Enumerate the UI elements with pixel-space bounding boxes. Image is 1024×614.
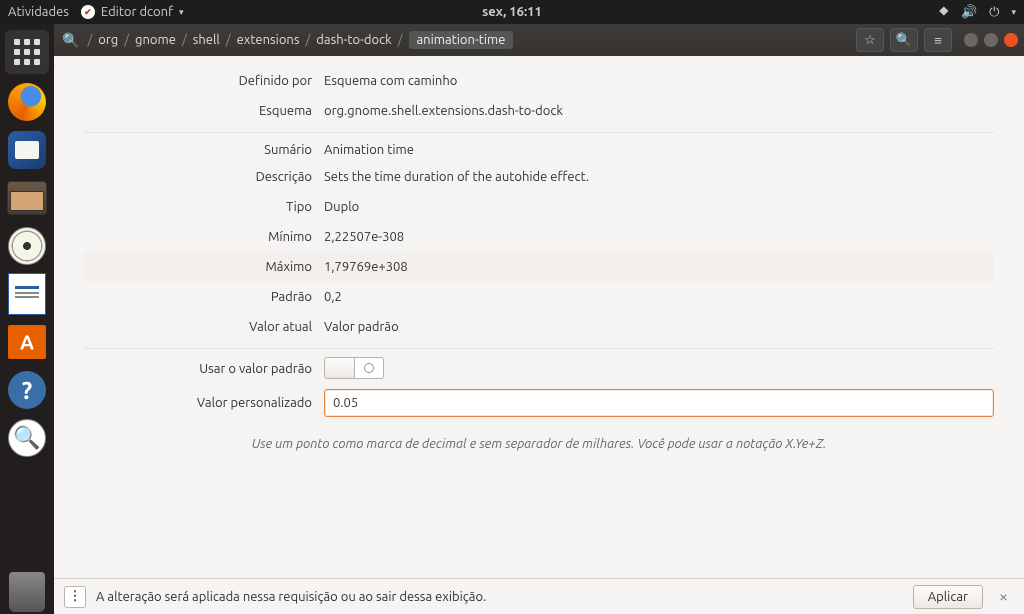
window-maximize[interactable] [984, 33, 998, 47]
float-hint: Use um ponto como marca de decimal e sem… [84, 437, 994, 451]
writer-icon [8, 273, 46, 315]
thunderbird-launcher[interactable] [5, 128, 49, 172]
content-area: Definido porEsquema com caminho Esquemao… [54, 56, 1024, 578]
dconf-window: 🔍 / org / gnome / shell / extensions / d… [54, 24, 1024, 614]
activities-button[interactable]: Atividades [8, 5, 69, 19]
thunderbird-icon [8, 131, 46, 169]
toggle-off-indicator [364, 363, 374, 373]
label-sumario: Sumário [84, 143, 324, 157]
window-close[interactable] [1004, 33, 1018, 47]
value-sumario: Animation time [324, 143, 994, 157]
dismiss-button[interactable]: × [993, 588, 1014, 606]
titlebar: 🔍 / org / gnome / shell / extensions / d… [54, 24, 1024, 56]
software-launcher[interactable] [5, 320, 49, 364]
use-default-toggle[interactable] [324, 357, 384, 379]
files-launcher[interactable] [5, 176, 49, 220]
trash-launcher[interactable] [5, 570, 49, 614]
search-button[interactable]: 🔍 [890, 28, 918, 52]
store-icon [8, 325, 46, 359]
app-menu[interactable]: ✔ Editor dconf ▾ [81, 5, 184, 19]
show-applications-button[interactable] [5, 30, 49, 74]
hamburger-icon: ≡ [934, 33, 942, 48]
label-usar-padrao: Usar o valor padrão [84, 362, 324, 376]
bookmark-button[interactable]: ☆ [856, 28, 884, 52]
statusbar: ⋮ A alteração será aplicada nessa requis… [54, 578, 1024, 614]
power-icon[interactable]: ⏻ [989, 5, 999, 20]
dock: ? 🔍 [0, 24, 54, 614]
breadcrumb[interactable]: 🔍 / org / gnome / shell / extensions / d… [60, 31, 850, 49]
crumb-org[interactable]: org [98, 33, 118, 47]
chevron-down-icon: ▾ [179, 7, 184, 18]
label-minimo: Mínimo [84, 230, 324, 244]
label-descricao: Descrição [84, 170, 324, 184]
value-tipo: Duplo [324, 200, 994, 214]
dconf-launcher[interactable]: 🔍 [5, 416, 49, 460]
info-icon: ⋮ [69, 589, 82, 604]
crumb-shell[interactable]: shell [193, 33, 220, 47]
dconf-mini-icon: ✔ [81, 5, 95, 19]
value-valor-atual: Valor padrão [324, 320, 994, 334]
disc-icon [8, 227, 46, 265]
files-icon [7, 181, 47, 215]
crumb-current[interactable]: animation-time [409, 31, 514, 49]
window-minimize[interactable] [964, 33, 978, 47]
value-padrao: 0,2 [324, 290, 994, 304]
custom-value-input[interactable] [324, 389, 994, 417]
value-definido-por: Esquema com caminho [324, 74, 994, 88]
value-minimo: 2,22507e-308 [324, 230, 994, 244]
crumb-gnome[interactable]: gnome [135, 33, 176, 47]
label-padrao: Padrão [84, 290, 324, 304]
help-icon: ? [8, 371, 46, 409]
value-descricao: Sets the time duration of the autohide e… [324, 170, 994, 184]
status-message: A alteração será aplicada nessa requisiç… [96, 590, 903, 604]
trash-icon [9, 572, 45, 612]
value-esquema: org.gnome.shell.extensions.dash-to-dock [324, 104, 994, 118]
search-icon: 🔍 [896, 33, 912, 48]
crumb-dash-to-dock[interactable]: dash-to-dock [316, 33, 391, 47]
label-esquema: Esquema [84, 104, 324, 118]
clock[interactable]: sex, 16:11 [482, 5, 542, 19]
label-maximo: Máximo [84, 260, 324, 274]
crumb-extensions[interactable]: extensions [237, 33, 300, 47]
menu-button[interactable]: ≡ [924, 28, 952, 52]
volume-icon[interactable]: 🔊 [961, 5, 977, 20]
apply-button[interactable]: Aplicar [913, 585, 983, 609]
star-icon: ☆ [864, 33, 876, 48]
rhythmbox-launcher[interactable] [5, 224, 49, 268]
info-button[interactable]: ⋮ [64, 586, 86, 608]
firefox-launcher[interactable] [5, 80, 49, 124]
search-icon[interactable]: 🔍 [62, 32, 79, 49]
dconf-icon: 🔍 [8, 419, 46, 457]
network-icon[interactable]: ⯁ [939, 5, 949, 20]
system-topbar: Atividades ✔ Editor dconf ▾ sex, 16:11 ⯁… [0, 0, 1024, 24]
help-launcher[interactable]: ? [5, 368, 49, 412]
firefox-icon [8, 83, 46, 121]
label-tipo: Tipo [84, 200, 324, 214]
value-maximo: 1,79769e+308 [324, 260, 994, 274]
label-valor-atual: Valor atual [84, 320, 324, 334]
chevron-down-icon: ▾ [1011, 7, 1016, 18]
label-definido-por: Definido por [84, 74, 324, 88]
writer-launcher[interactable] [5, 272, 49, 316]
label-valor-personalizado: Valor personalizado [84, 396, 324, 410]
